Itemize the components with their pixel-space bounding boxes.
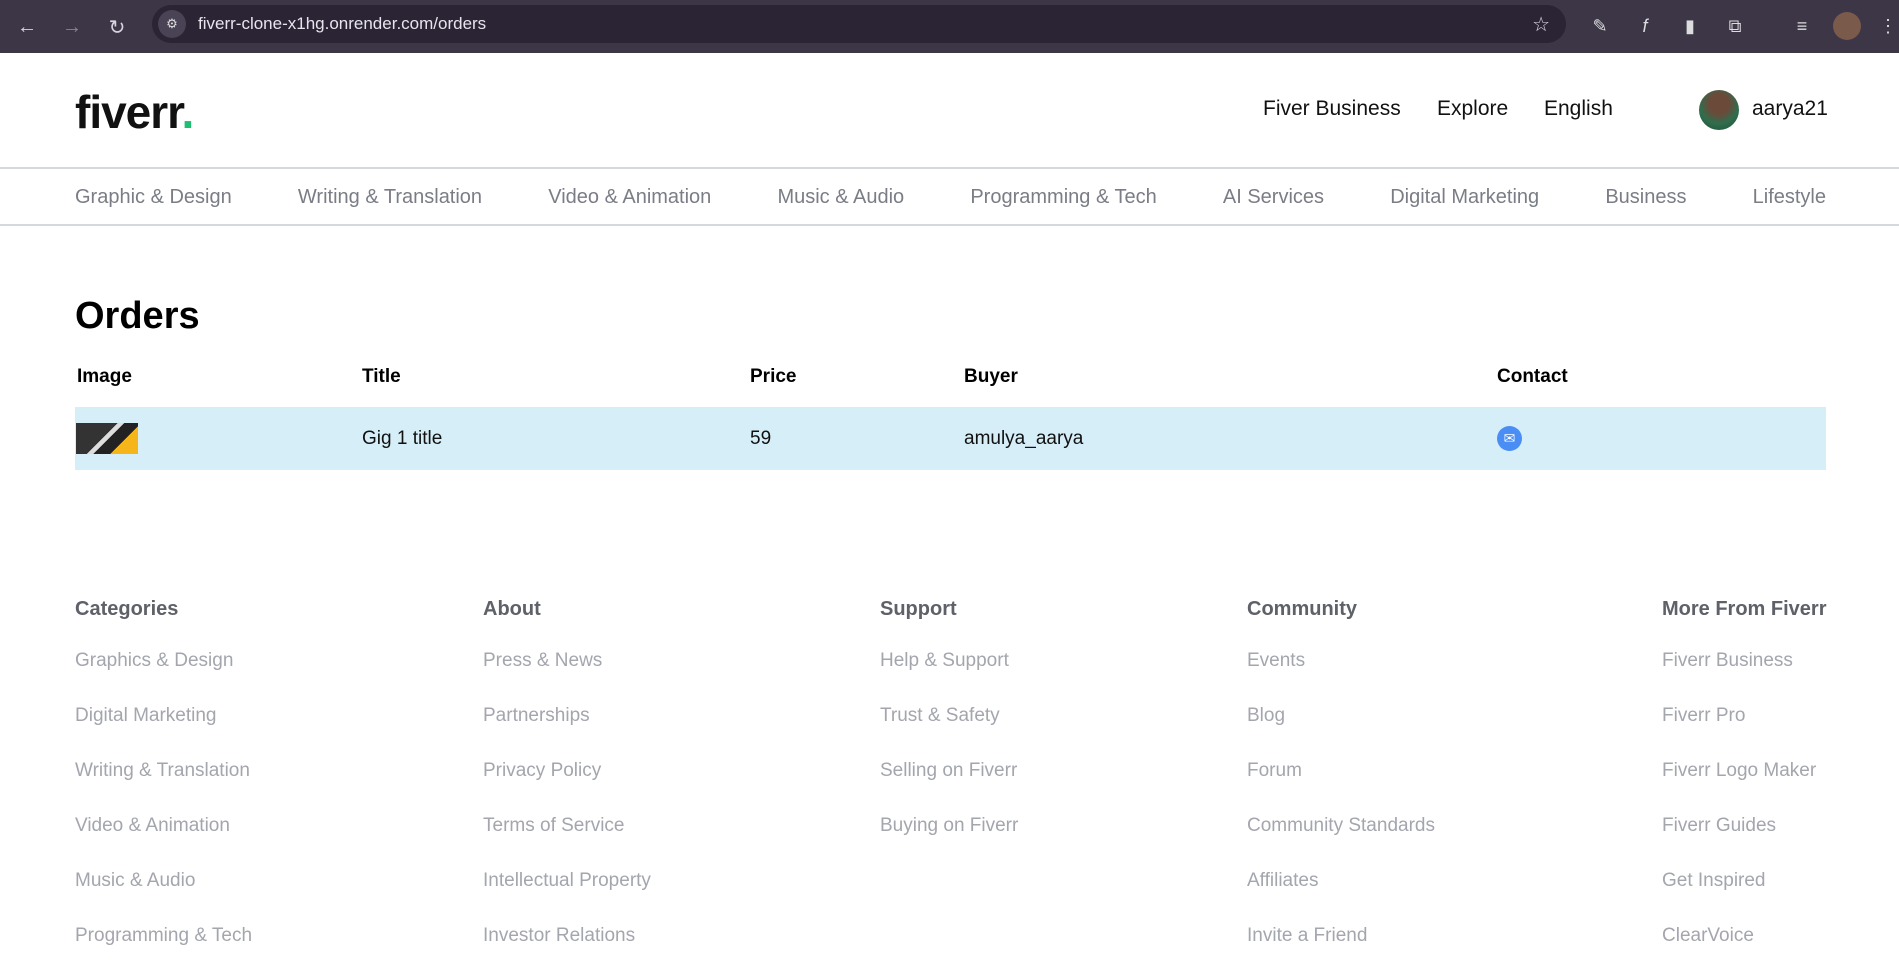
footer-link[interactable]: Investor Relations bbox=[483, 921, 651, 976]
logo-text: fiverr bbox=[75, 86, 183, 138]
reload-icon[interactable]: ↻ bbox=[102, 12, 132, 42]
footer-link[interactable]: Community Standards bbox=[1247, 811, 1435, 866]
profile-avatar-icon[interactable] bbox=[1833, 12, 1861, 40]
footer-link[interactable]: Selling on Fiverr bbox=[880, 756, 1018, 811]
eyedropper-extension-icon[interactable]: ✎ bbox=[1586, 12, 1614, 40]
footer-heading: Community bbox=[1247, 598, 1357, 620]
forward-icon[interactable]: → bbox=[57, 12, 87, 42]
footer-link[interactable]: Terms of Service bbox=[483, 811, 651, 866]
category-digital-marketing[interactable]: Digital Marketing bbox=[1390, 186, 1539, 209]
divider bbox=[0, 224, 1899, 226]
footer-column-community: Community Events Blog Forum Community St… bbox=[1247, 598, 1435, 976]
category-writing-translation[interactable]: Writing & Translation bbox=[298, 186, 482, 209]
nav-explore[interactable]: Explore bbox=[1437, 97, 1508, 121]
footer-link[interactable]: Digital Marketing bbox=[75, 701, 252, 756]
footer-link[interactable]: Graphics & Design bbox=[75, 646, 252, 701]
footer-link[interactable]: Forum bbox=[1247, 756, 1435, 811]
menu-kebab-icon[interactable]: ⋮ bbox=[1879, 12, 1897, 40]
column-header-title: Title bbox=[362, 366, 401, 387]
footer-column-about: About Press & News Partnerships Privacy … bbox=[483, 598, 651, 976]
order-title: Gig 1 title bbox=[362, 428, 443, 449]
nav-english[interactable]: English bbox=[1544, 97, 1613, 121]
site-header: fiverr. Fiver Business Explore English a… bbox=[0, 53, 1899, 168]
footer-link[interactable]: Affiliates bbox=[1247, 866, 1435, 921]
site-info-icon[interactable]: ⚙ bbox=[158, 10, 186, 38]
column-header-contact: Contact bbox=[1497, 366, 1568, 387]
media-control-icon[interactable]: ≡ bbox=[1788, 12, 1816, 40]
footer-link[interactable]: Music & Audio bbox=[75, 866, 252, 921]
address-bar[interactable]: ⚙ fiverr-clone-x1hg.onrender.com/orders … bbox=[152, 5, 1566, 43]
category-menu: Graphic & Design Writing & Translation V… bbox=[75, 169, 1826, 225]
category-business[interactable]: Business bbox=[1605, 186, 1686, 209]
user-avatar[interactable] bbox=[1699, 90, 1739, 130]
footer-column-categories: Categories Graphics & Design Digital Mar… bbox=[75, 598, 252, 976]
username[interactable]: aarya21 bbox=[1752, 97, 1828, 121]
category-graphic-design[interactable]: Graphic & Design bbox=[75, 186, 232, 209]
column-header-price: Price bbox=[750, 366, 797, 387]
footer-link[interactable]: Programming & Tech bbox=[75, 921, 252, 976]
footer-link[interactable]: Intellectual Property bbox=[483, 866, 651, 921]
footer-link[interactable]: ClearVoice bbox=[1662, 921, 1826, 976]
footer-link[interactable]: Writing & Translation bbox=[75, 756, 252, 811]
clipboard-extension-icon[interactable]: ▮ bbox=[1676, 12, 1704, 40]
footer-link[interactable]: Privacy Policy bbox=[483, 756, 651, 811]
back-icon[interactable]: ← bbox=[12, 12, 42, 42]
footer-heading: About bbox=[483, 598, 541, 620]
bookmark-star-icon[interactable]: ☆ bbox=[1532, 12, 1550, 37]
footer-link[interactable]: Buying on Fiverr bbox=[880, 811, 1018, 866]
category-ai-services[interactable]: AI Services bbox=[1223, 186, 1324, 209]
column-header-image: Image bbox=[77, 366, 132, 387]
extensions-puzzle-icon[interactable]: ⧉ bbox=[1721, 12, 1749, 40]
category-programming-tech[interactable]: Programming & Tech bbox=[970, 186, 1156, 209]
order-price: 59 bbox=[750, 428, 772, 449]
footer-link[interactable]: Fiverr Pro bbox=[1662, 701, 1826, 756]
footer-link[interactable]: Partnerships bbox=[483, 701, 651, 756]
url-text[interactable]: fiverr-clone-x1hg.onrender.com/orders bbox=[198, 14, 486, 34]
footer-link[interactable]: Fiverr Business bbox=[1662, 646, 1826, 701]
footer-column-support: Support Help & Support Trust & Safety Se… bbox=[880, 598, 1018, 866]
message-icon[interactable]: ✉ bbox=[1497, 426, 1522, 451]
footer-heading: Categories bbox=[75, 598, 179, 620]
footer-link[interactable]: Video & Animation bbox=[75, 811, 252, 866]
footer-link[interactable]: Fiverr Guides bbox=[1662, 811, 1826, 866]
category-video-animation[interactable]: Video & Animation bbox=[548, 186, 711, 209]
footer-heading: Support bbox=[880, 598, 957, 620]
logo-dot: . bbox=[181, 86, 195, 138]
gig-thumbnail bbox=[76, 423, 138, 454]
category-lifestyle[interactable]: Lifestyle bbox=[1753, 186, 1826, 209]
footer-link[interactable]: Press & News bbox=[483, 646, 651, 701]
nav-fiver-business[interactable]: Fiver Business bbox=[1263, 97, 1401, 121]
column-header-buyer: Buyer bbox=[964, 366, 1018, 387]
footer-link[interactable]: Help & Support bbox=[880, 646, 1018, 701]
browser-toolbar: ← → ↻ ⚙ fiverr-clone-x1hg.onrender.com/o… bbox=[0, 0, 1899, 53]
footer-column-more-from-fiverr: More From Fiverr Fiverr Business Fiverr … bbox=[1662, 598, 1826, 976]
fiverr-logo[interactable]: fiverr. bbox=[75, 85, 195, 139]
footer-link[interactable]: Fiverr Logo Maker bbox=[1662, 756, 1826, 811]
footer-link[interactable]: Events bbox=[1247, 646, 1435, 701]
table-row: Gig 1 title 59 amulya_aarya ✉ bbox=[75, 407, 1826, 470]
order-buyer: amulya_aarya bbox=[964, 428, 1084, 449]
footer-link[interactable]: Invite a Friend bbox=[1247, 921, 1435, 976]
page-title: Orders bbox=[75, 295, 200, 337]
footer-link[interactable]: Blog bbox=[1247, 701, 1435, 756]
footer-heading: More From Fiverr bbox=[1662, 598, 1827, 620]
font-extension-icon[interactable]: f bbox=[1631, 12, 1659, 40]
footer-link[interactable]: Get Inspired bbox=[1662, 866, 1826, 921]
category-music-audio[interactable]: Music & Audio bbox=[777, 186, 904, 209]
footer-link[interactable]: Trust & Safety bbox=[880, 701, 1018, 756]
